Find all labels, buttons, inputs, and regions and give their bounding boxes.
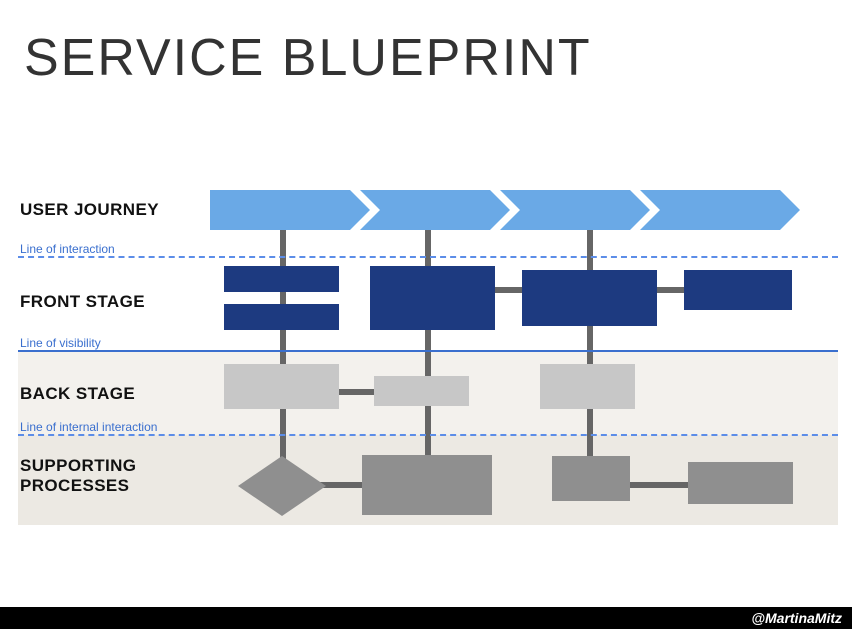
label-line-visibility: Line of visibility [20, 336, 101, 350]
row-label-user-journey: USER JOURNEY [20, 200, 159, 220]
row-label-supporting-2: PROCESSES [20, 476, 129, 496]
front-stage-boxes [224, 266, 792, 330]
row-label-supporting-1: SUPPORTING [20, 456, 136, 476]
label-line-internal: Line of internal interaction [20, 420, 157, 434]
user-journey-arrows [210, 190, 800, 230]
footer-credit: @MartinaMitz [0, 607, 852, 629]
line-of-visibility [18, 350, 838, 352]
blueprint-diagram [0, 0, 852, 629]
line-of-internal-interaction [18, 434, 838, 436]
row-label-front-stage: FRONT STAGE [20, 292, 145, 312]
label-line-interaction: Line of interaction [20, 242, 115, 256]
line-of-interaction [18, 256, 838, 258]
row-label-back-stage: BACK STAGE [20, 384, 135, 404]
